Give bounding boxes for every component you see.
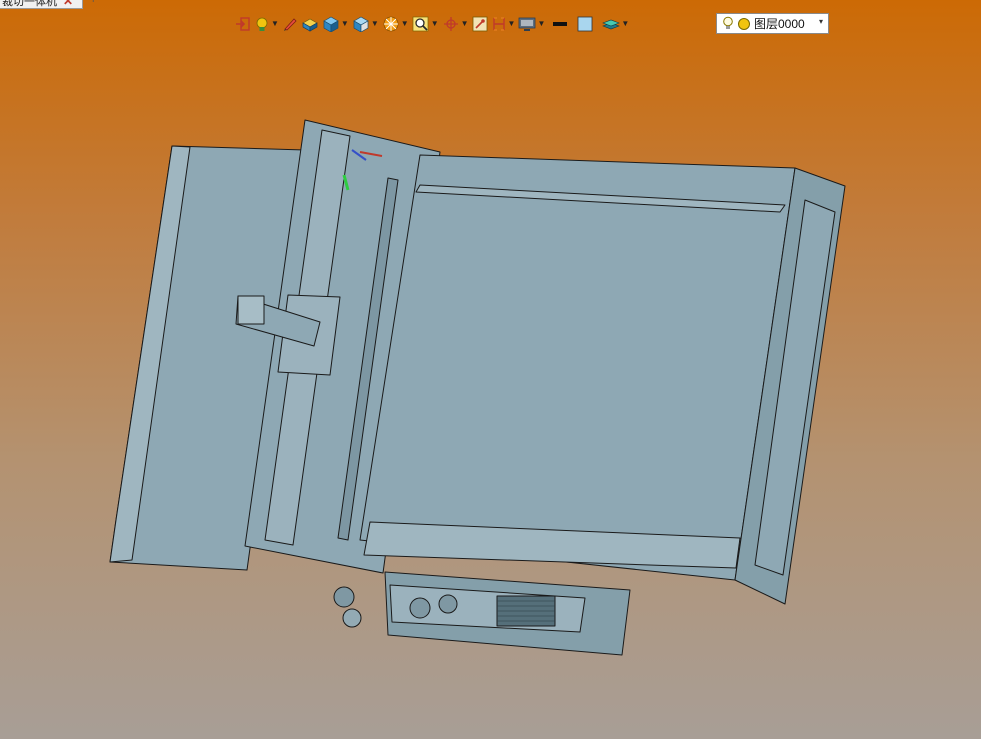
section-wheel-icon [383, 16, 399, 32]
light-bulb-icon [256, 17, 268, 31]
view-cube-icon [353, 16, 369, 32]
dimension-button[interactable]: ▼ [491, 13, 516, 35]
chevron-down-icon[interactable]: ▼ [431, 20, 439, 28]
layer-stack-button[interactable]: ▼ [602, 13, 629, 35]
chevron-down-icon[interactable]: ▼ [271, 20, 279, 28]
crosshair-origin-icon [443, 17, 458, 31]
chevron-down-icon[interactable]: ▾ [819, 17, 823, 26]
paint-bucket-icon [302, 18, 318, 32]
housing-motor-2 [438, 594, 458, 614]
fill-color-icon [577, 16, 593, 32]
document-tab[interactable]: 裁切一体机 ✕ [0, 0, 83, 9]
chevron-down-icon[interactable]: ▼ [508, 20, 516, 28]
fill-color-button[interactable] [577, 13, 593, 35]
light-button[interactable]: ▼ [254, 13, 279, 35]
zoom-magnifier-icon [412, 16, 429, 32]
line-color-icon [553, 22, 568, 26]
pen-tool-button[interactable] [282, 13, 298, 35]
tool-motor [237, 295, 265, 325]
3d-viewport[interactable]: 裁切一体机 ✕ + ▼ ▼ ▼ ▼ ▼ ▼ ▼ ▼ ▼ 图层0000 ▾ [0, 0, 981, 739]
line-color-button[interactable] [552, 13, 568, 35]
cutting-machine-model[interactable] [0, 0, 981, 739]
layer-name: 图层0000 [754, 17, 805, 31]
display-button[interactable]: ▼ [518, 13, 545, 35]
import-arrow-button[interactable] [235, 13, 251, 35]
chevron-down-icon[interactable]: ▼ [401, 20, 409, 28]
chevron-down-icon[interactable]: ▼ [461, 20, 469, 28]
dimension-bracket-icon [492, 17, 505, 31]
add-tab-button[interactable]: + [90, 0, 96, 6]
view-cube-button[interactable]: ▼ [352, 13, 379, 35]
paint-bucket-button[interactable] [301, 13, 319, 35]
cutting-bed [359, 154, 796, 581]
solid-cube-icon [323, 16, 339, 32]
origin-button[interactable]: ▼ [442, 13, 469, 35]
layer-stack-icon [602, 19, 621, 30]
solid-cube-button[interactable]: ▼ [322, 13, 349, 35]
drive-motor-shaft [342, 608, 362, 628]
close-icon[interactable]: ✕ [63, 0, 73, 7]
pen-tool-icon [283, 18, 297, 31]
snap-point-icon [472, 16, 487, 32]
snap-point-button[interactable] [472, 13, 488, 35]
chevron-down-icon[interactable]: ▼ [371, 20, 379, 28]
drive-motor [333, 586, 355, 608]
import-arrow-icon [236, 17, 250, 31]
zoom-button[interactable]: ▼ [412, 13, 439, 35]
layer-color-dot-icon[interactable] [737, 17, 751, 31]
chevron-down-icon[interactable]: ▼ [621, 20, 629, 28]
document-tab-bar: 裁切一体机 ✕ + [0, 0, 981, 10]
view-toolbar: ▼ ▼ ▼ ▼ ▼ ▼ ▼ ▼ ▼ [235, 12, 632, 36]
section-wheel-button[interactable]: ▼ [382, 13, 409, 35]
chevron-down-icon[interactable]: ▼ [341, 20, 349, 28]
layer-select[interactable]: 图层0000 ▾ [716, 13, 829, 34]
document-tab-title: 裁切一体机 [2, 0, 57, 8]
display-monitor-icon [519, 17, 536, 31]
housing-motor [409, 597, 431, 619]
chevron-down-icon[interactable]: ▼ [537, 20, 545, 28]
light-bulb-icon[interactable] [722, 16, 734, 31]
